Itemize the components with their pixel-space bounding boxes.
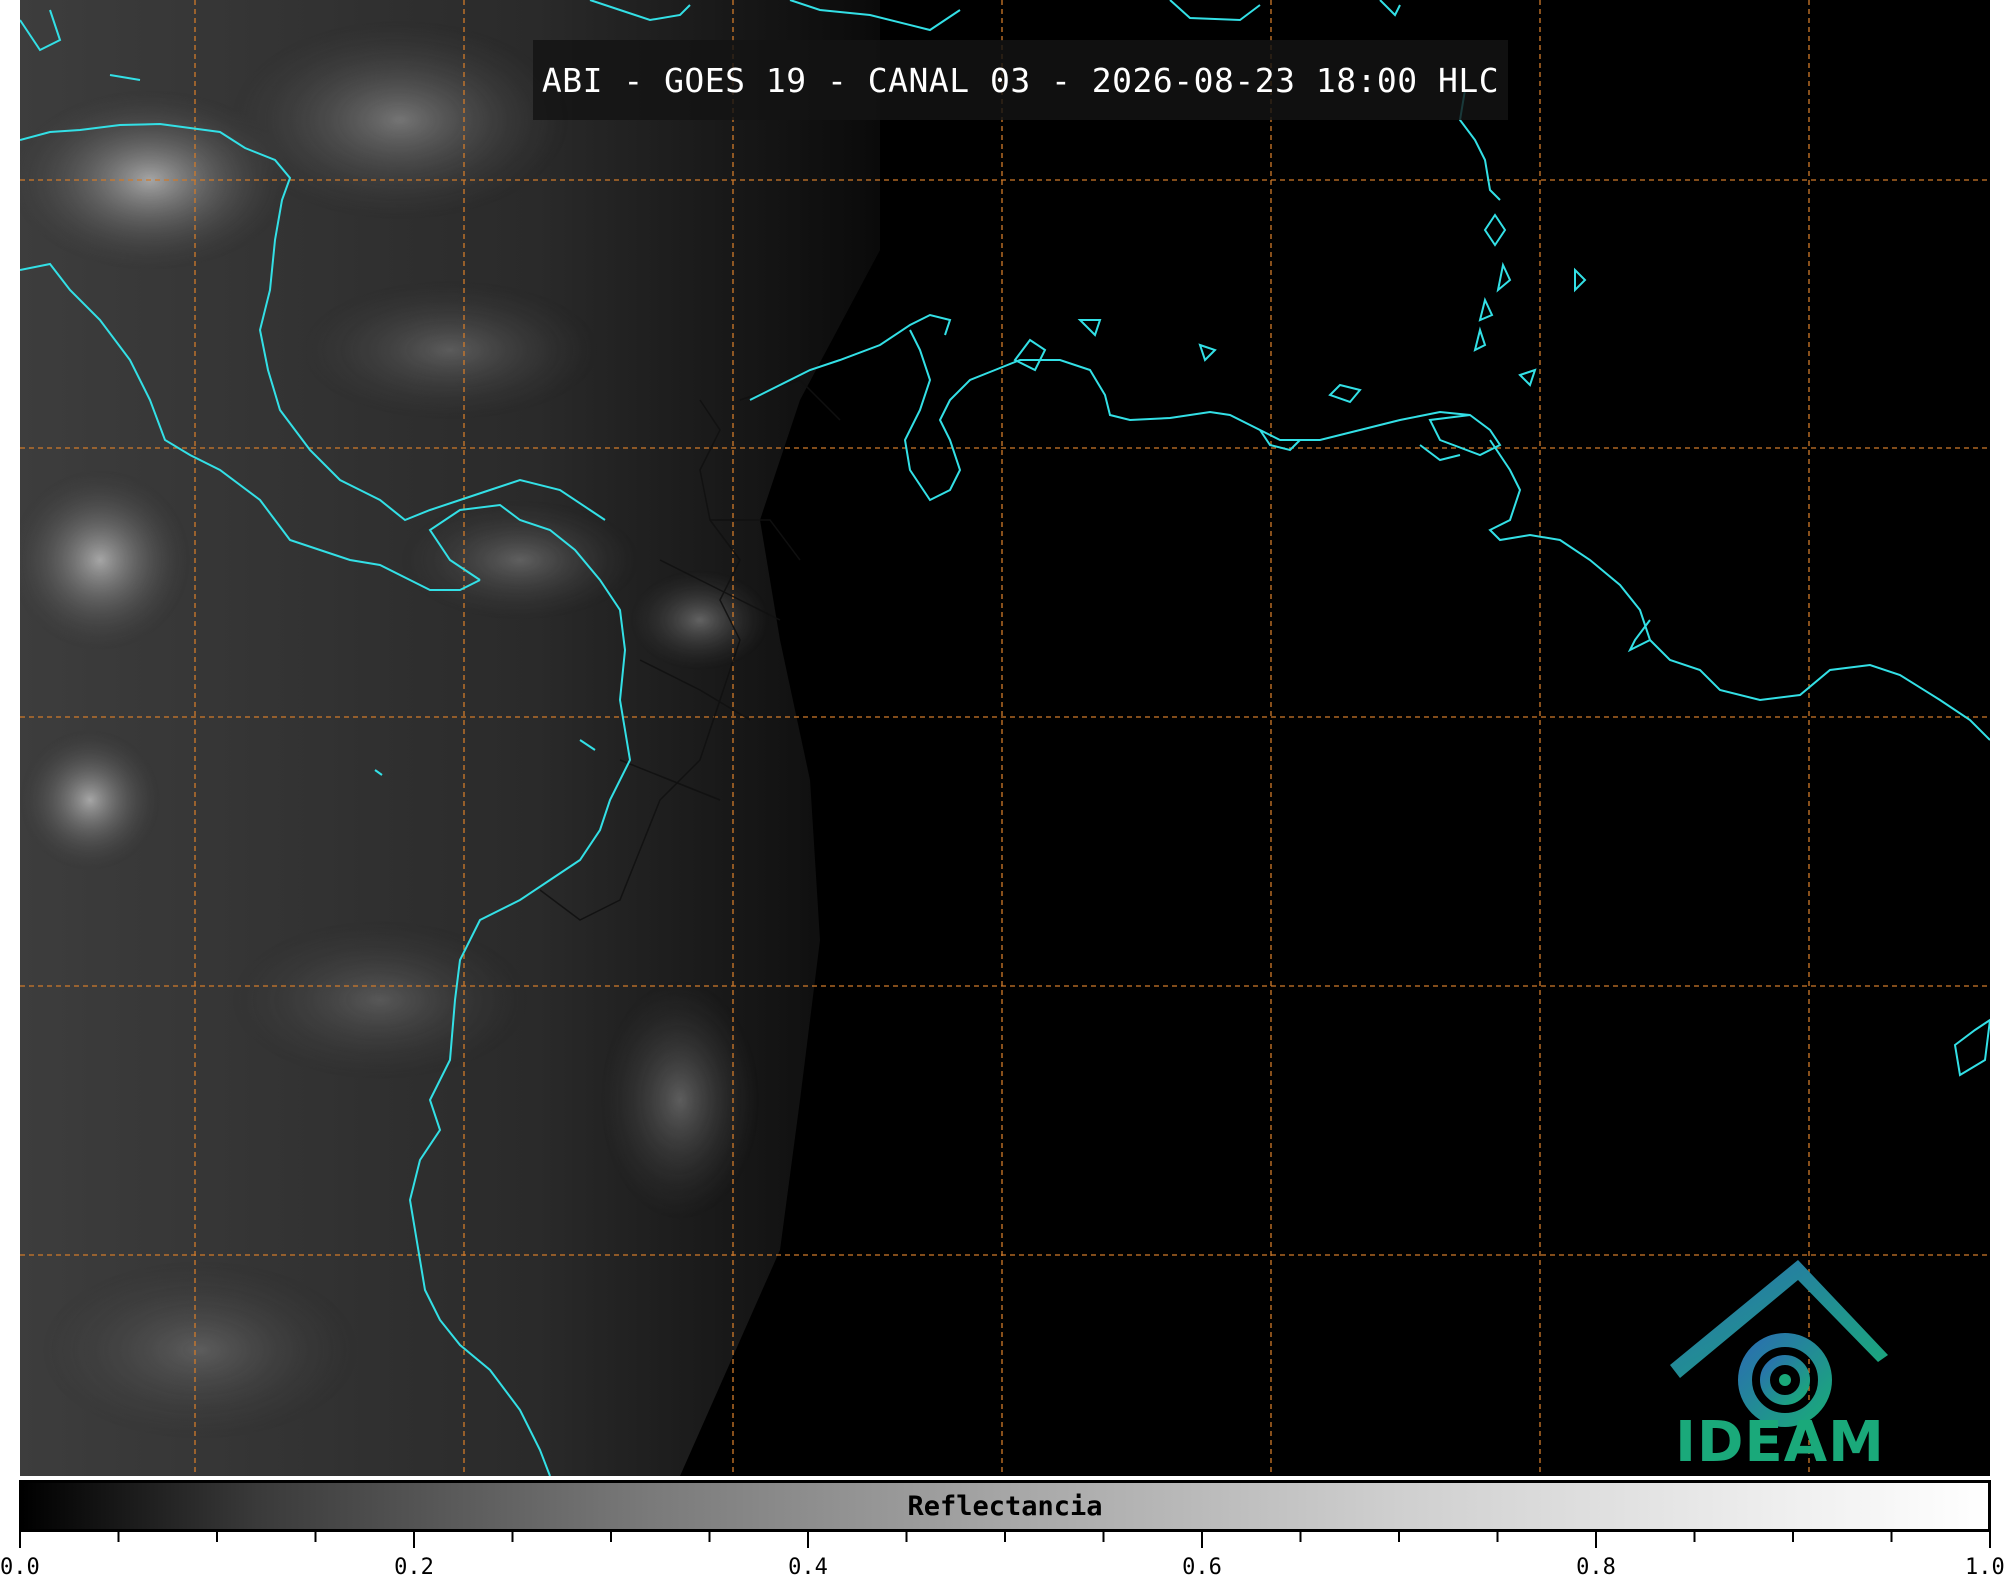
colorbar-tick-label: 0.0 bbox=[0, 1555, 40, 1580]
colorbar-tick-label: 0.2 bbox=[394, 1555, 434, 1580]
colorbar-tick-label: 0.6 bbox=[1182, 1555, 1222, 1580]
colorbar-tick-label: 1.0 bbox=[1965, 1555, 2005, 1580]
colorbar-label: Reflectancia bbox=[907, 1490, 1103, 1522]
page-title: ABI - GOES 19 - CANAL 03 - 2026-08-23 18… bbox=[541, 60, 1500, 100]
colorbar-tick-label: 0.8 bbox=[1576, 1555, 1616, 1580]
colorbar-ticks bbox=[19, 1532, 1991, 1548]
title-box: ABI - GOES 19 - CANAL 03 - 2026-08-23 18… bbox=[533, 40, 1508, 120]
ideam-logo-text: IDEAM bbox=[1675, 1410, 1885, 1475]
colorbar-tick-label: 0.4 bbox=[788, 1555, 828, 1580]
colorbar: Reflectancia bbox=[19, 1480, 1991, 1532]
